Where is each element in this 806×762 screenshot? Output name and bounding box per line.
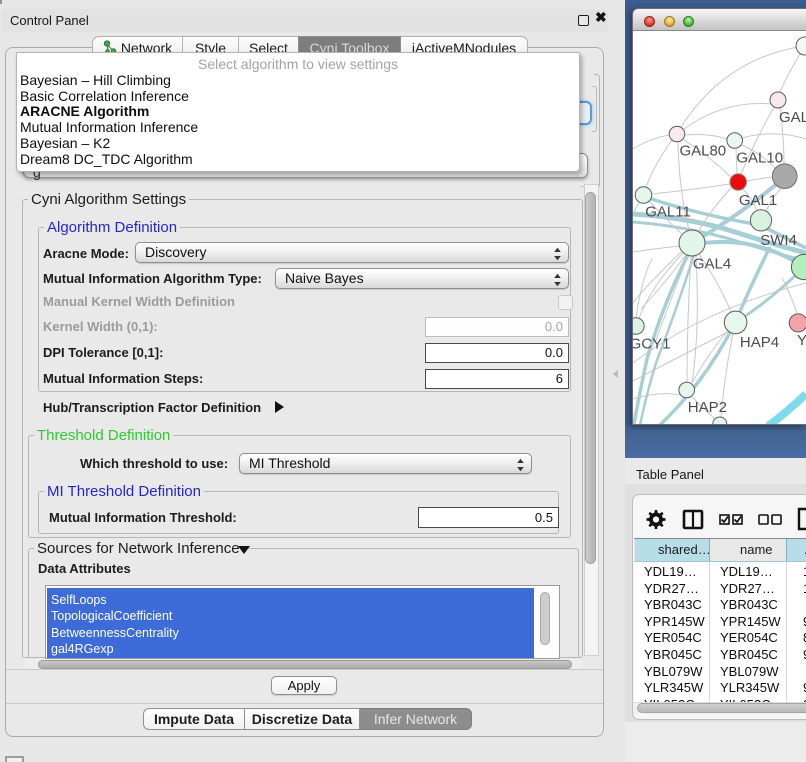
svg-text:HAP2: HAP2 [688, 399, 727, 416]
svg-text:GAL80: GAL80 [679, 143, 726, 160]
svg-text:GAL1: GAL1 [739, 192, 777, 209]
svg-text:GAL4: GAL4 [693, 255, 731, 272]
svg-text:GCY1: GCY1 [633, 336, 670, 353]
svg-text:Y: Y [797, 332, 806, 349]
svg-text:GAL10: GAL10 [736, 150, 783, 167]
svg-text:GAL11: GAL11 [645, 204, 691, 221]
svg-text:SWI4: SWI4 [760, 232, 797, 249]
svg-text:HAP4: HAP4 [740, 334, 779, 351]
svg-text:GAL7: GAL7 [779, 109, 806, 126]
